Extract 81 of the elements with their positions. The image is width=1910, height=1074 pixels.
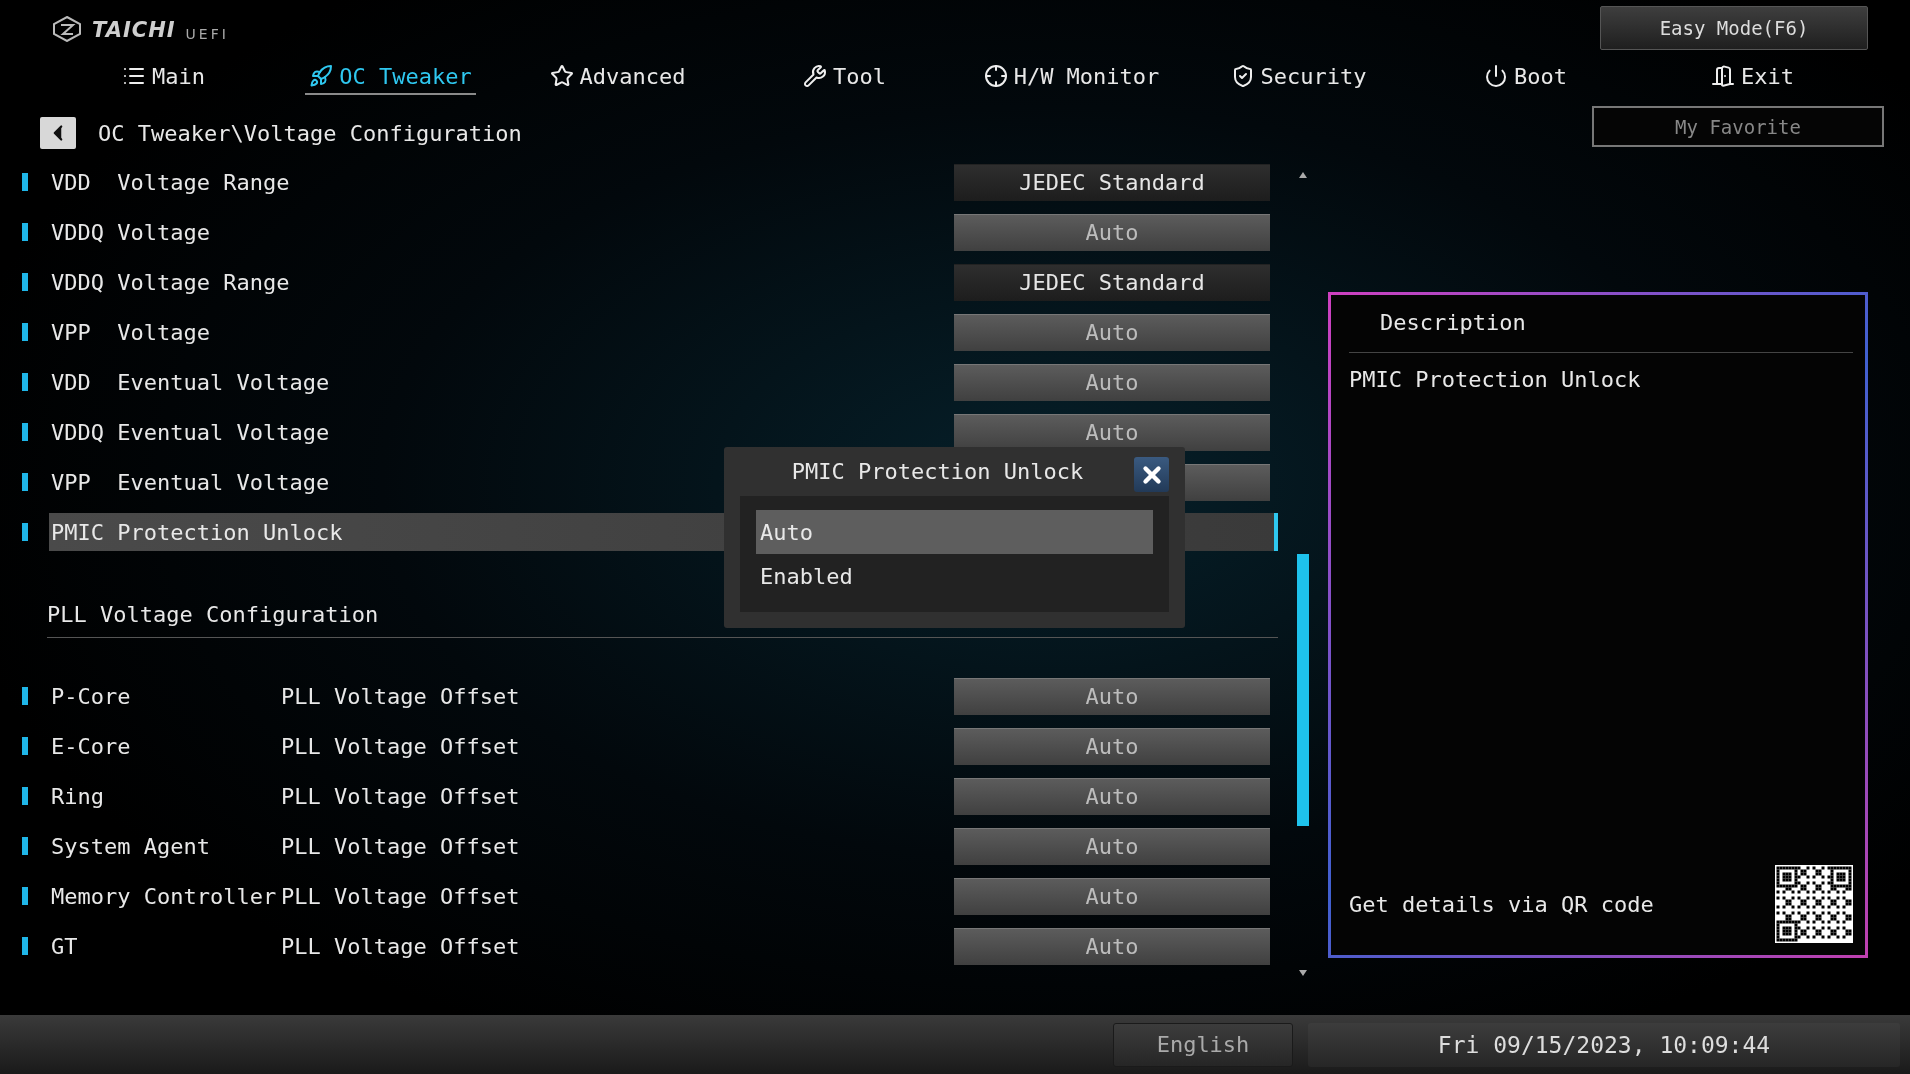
scrollbar-thumb[interactable] <box>1297 554 1309 826</box>
setting-label: E-Core <box>50 733 131 759</box>
setting-value[interactable]: Auto <box>954 827 1270 865</box>
row-marker <box>22 937 28 955</box>
breadcrumb: OC Tweaker\Voltage Configuration <box>98 120 522 146</box>
popup-option[interactable]: Auto <box>756 510 1153 554</box>
setting-sublabel: PLL Voltage Offset <box>281 783 521 809</box>
close-button[interactable] <box>1134 457 1169 492</box>
setting-sublabel: PLL Voltage Offset <box>281 883 521 909</box>
language-button[interactable]: English <box>1113 1022 1293 1067</box>
wrench-icon <box>803 64 827 88</box>
row-marker <box>22 737 28 755</box>
star-icon <box>549 64 574 88</box>
menu-tab[interactable]: Advanced <box>545 59 690 95</box>
row-marker <box>22 473 28 491</box>
back-button[interactable] <box>40 117 76 149</box>
setting-value[interactable]: Auto <box>954 777 1270 815</box>
row-marker <box>22 887 28 905</box>
description-title: Description <box>1379 309 1527 337</box>
setting-label: VDD Eventual Voltage <box>50 369 330 395</box>
row-marker <box>22 423 28 441</box>
setting-label: VPP Eventual Voltage <box>50 469 330 495</box>
setting-value[interactable]: Auto <box>954 213 1270 251</box>
setting-label: P-Core <box>50 683 131 709</box>
setting-value[interactable]: JEDEC Standard <box>954 163 1270 201</box>
row-marker <box>22 173 28 191</box>
setting-value[interactable]: Auto <box>954 677 1270 715</box>
setting-label: System Agent <box>50 833 210 859</box>
menu-tab[interactable]: OC Tweaker <box>305 59 476 95</box>
easy-mode-button[interactable]: Easy Mode(F6) <box>1600 6 1868 50</box>
qr-code-icon <box>1775 865 1853 943</box>
menu-tab[interactable]: Boot <box>1480 59 1571 95</box>
scroll-up-icon[interactable] <box>1297 171 1309 179</box>
row-marker <box>22 223 28 241</box>
setting-label: VDD Voltage Range <box>50 169 290 195</box>
setting-label: Memory Controller <box>50 883 277 909</box>
power-icon <box>1484 64 1508 88</box>
popup-title: PMIC Protection Unlock <box>791 459 1084 484</box>
setting-value[interactable]: Auto <box>954 927 1270 965</box>
setting-value[interactable]: Auto <box>954 413 1270 451</box>
section-heading: PLL Voltage Configuration <box>47 602 380 629</box>
setting-label: GT <box>50 933 78 959</box>
setting-label: VDDQ Voltage Range <box>50 269 290 295</box>
row-marker <box>22 273 28 291</box>
setting-label: VPP Voltage <box>50 319 210 345</box>
setting-sublabel: PLL Voltage Offset <box>281 733 521 759</box>
row-marker <box>22 373 28 391</box>
popup-option[interactable]: Enabled <box>756 554 1153 598</box>
my-favorite-button[interactable]: My Favorite <box>1592 106 1884 147</box>
setting-value[interactable]: JEDEC Standard <box>954 263 1270 301</box>
row-marker <box>22 323 28 341</box>
menu-tab[interactable]: Main <box>118 59 209 95</box>
setting-value[interactable]: Auto <box>954 363 1270 401</box>
setting-value[interactable]: Auto <box>954 877 1270 915</box>
setting-label: VDDQ Voltage <box>50 219 210 245</box>
setting-label: Ring <box>50 783 104 809</box>
menu-tab[interactable]: Tool <box>799 59 890 95</box>
setting-sublabel: PLL Voltage Offset <box>281 683 521 709</box>
setting-label: VDDQ Eventual Voltage <box>50 419 330 445</box>
setting-sublabel: PLL Voltage Offset <box>281 933 521 959</box>
door-icon <box>1711 64 1735 88</box>
setting-value[interactable]: Auto <box>954 313 1270 351</box>
crosshair-icon <box>983 64 1008 88</box>
scroll-down-icon[interactable] <box>1297 969 1309 977</box>
brand-name: TAICHI <box>92 18 176 42</box>
rocket-icon <box>309 64 334 88</box>
description-text: PMIC Protection Unlock <box>1349 366 1642 394</box>
row-marker <box>22 523 28 541</box>
setting-sublabel: PLL Voltage Offset <box>281 833 521 859</box>
row-marker <box>22 787 28 805</box>
date-time: Fri 09/15/2023, 10:09:44 <box>1308 1022 1900 1067</box>
setting-label: PMIC Protection Unlock <box>50 519 343 545</box>
qr-hint: Get details via QR code <box>1349 891 1654 917</box>
setting-value[interactable]: Auto <box>954 727 1270 765</box>
row-marker <box>22 687 28 705</box>
uefi-label: UEFI <box>185 26 229 42</box>
logo-icon <box>52 16 82 42</box>
menu-tab[interactable]: H/W Monitor <box>979 59 1164 95</box>
menu-tab[interactable]: Exit <box>1707 59 1798 95</box>
menu-tab[interactable]: Security <box>1226 59 1371 95</box>
row-marker <box>22 837 28 855</box>
